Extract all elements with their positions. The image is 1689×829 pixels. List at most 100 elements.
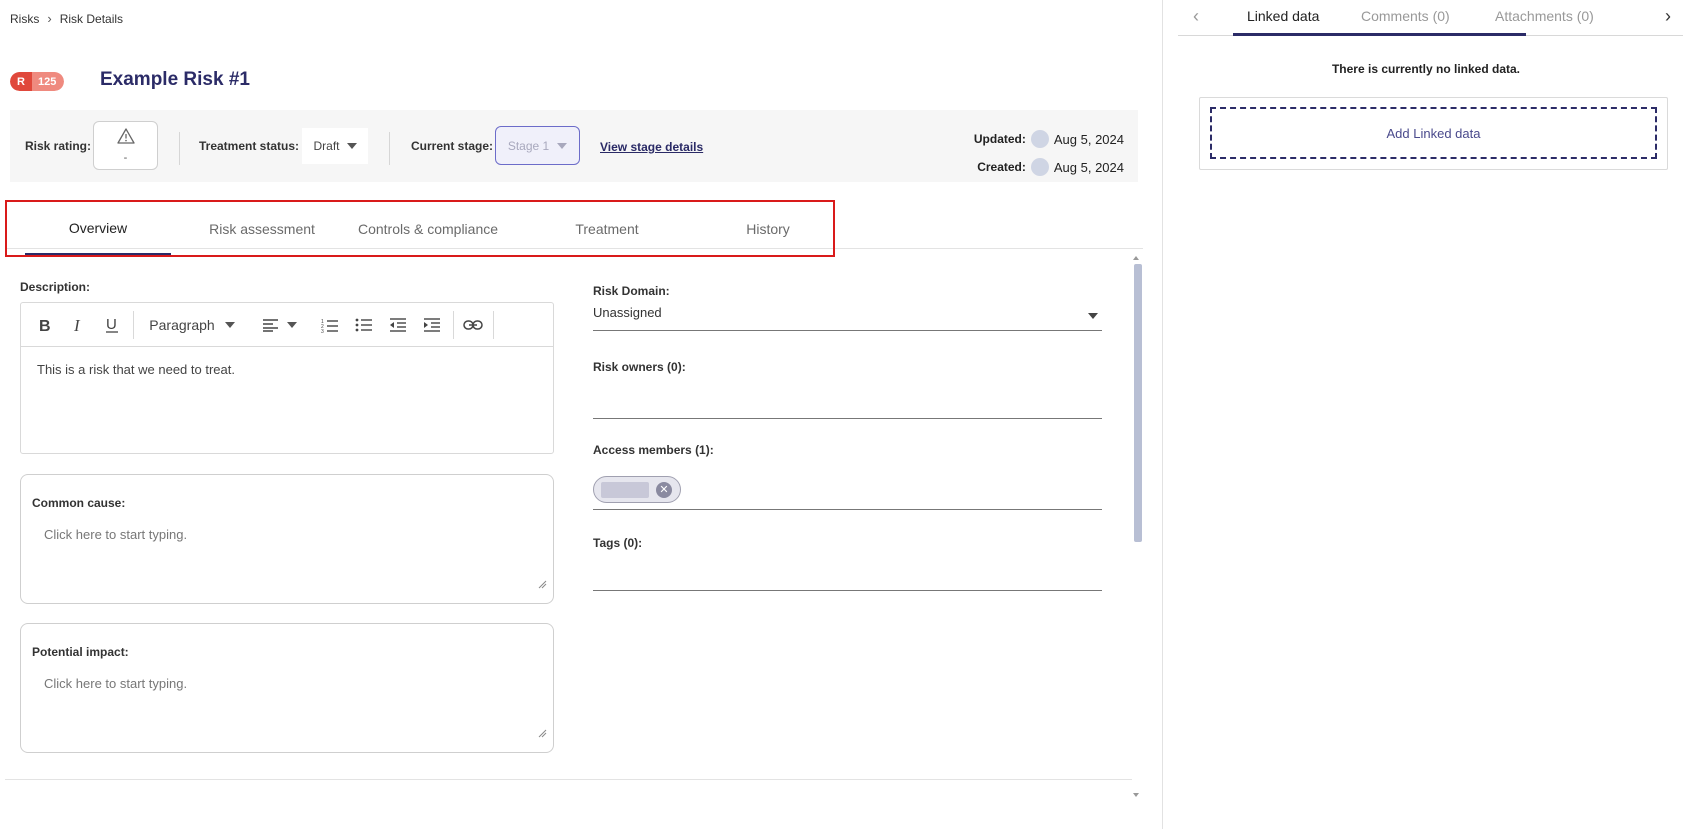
- toolbar-divider: [493, 311, 494, 339]
- empty-state-message: There is currently no linked data.: [1331, 62, 1521, 76]
- potential-impact-placeholder: Click here to start typing.: [44, 676, 188, 691]
- treatment-status-value: Draft: [313, 139, 340, 153]
- common-cause-label: Common cause:: [32, 496, 126, 510]
- tab-comments[interactable]: Comments (0): [1361, 8, 1450, 24]
- description-text[interactable]: This is a risk that we need to treat.: [37, 362, 235, 377]
- tab-bar: Overview Risk assessment Controls & comp…: [5, 200, 835, 257]
- divider: [179, 132, 180, 165]
- tags-label: Tags (0):: [593, 536, 643, 550]
- chevron-left-icon[interactable]: ‹: [1193, 6, 1199, 27]
- risk-domain-select[interactable]: Unassigned: [593, 305, 1102, 331]
- potential-impact-field[interactable]: Potential impact: Click here to start ty…: [20, 623, 554, 753]
- created-row: Created: Aug 5, 2024: [974, 153, 1124, 181]
- side-panel: ‹ Linked data Comments (0) Attachments (…: [1162, 0, 1689, 829]
- current-stage-dropdown[interactable]: Stage 1: [495, 126, 580, 165]
- tab-risk-assessment[interactable]: Risk assessment: [187, 202, 337, 255]
- tab-overview[interactable]: Overview: [25, 202, 171, 255]
- paragraph-style-value: Paragraph: [149, 317, 215, 333]
- italic-icon[interactable]: I: [67, 313, 89, 337]
- common-cause-placeholder: Click here to start typing.: [44, 527, 188, 542]
- access-members-label: Access members (1):: [593, 443, 714, 457]
- chevron-right-icon[interactable]: ›: [1665, 6, 1671, 27]
- risk-info-bar: Risk rating: - Treatment status: Draft C…: [10, 110, 1138, 182]
- svg-text:3: 3: [321, 329, 324, 333]
- risk-rating-label: Risk rating:: [25, 139, 92, 153]
- view-stage-details-link[interactable]: View stage details: [600, 140, 703, 154]
- paragraph-style-dropdown[interactable]: Paragraph: [147, 313, 237, 337]
- tab-attachments[interactable]: Attachments (0): [1495, 8, 1594, 24]
- page-title: Example Risk #1: [100, 69, 250, 90]
- created-date: Aug 5, 2024: [1053, 159, 1124, 175]
- editor-toolbar: B I U Paragraph 123: [21, 303, 553, 347]
- side-panel-tabs: ‹ Linked data Comments (0) Attachments (…: [1178, 0, 1683, 36]
- risk-owners-label: Risk owners (0):: [593, 360, 686, 374]
- treatment-status-label: Treatment status:: [199, 139, 300, 153]
- scroll-up-icon[interactable]: [1133, 256, 1139, 260]
- outdent-icon[interactable]: [385, 313, 411, 337]
- resize-handle-icon[interactable]: [538, 729, 547, 738]
- updated-label: Updated:: [973, 132, 1026, 146]
- align-left-icon: [262, 319, 278, 332]
- bulleted-list-icon[interactable]: [351, 313, 377, 337]
- dates-block: Updated: Aug 5, 2024 Created: Aug 5, 202…: [974, 125, 1124, 181]
- underline-icon[interactable]: U: [101, 313, 123, 337]
- resize-handle-icon[interactable]: [538, 580, 547, 589]
- remove-chip-icon[interactable]: ✕: [656, 482, 672, 498]
- breadcrumb-current: Risk Details: [59, 11, 124, 26]
- risk-badge-number: 125: [32, 72, 65, 91]
- description-editor: B I U Paragraph 123 This is a risk that …: [20, 302, 554, 454]
- potential-impact-label: Potential impact:: [32, 645, 129, 659]
- add-linked-data-container: Add Linked data: [1199, 97, 1668, 170]
- warning-icon: [117, 128, 135, 144]
- caret-down-icon: [346, 143, 357, 149]
- toolbar-divider: [453, 311, 454, 339]
- updated-row: Updated: Aug 5, 2024: [974, 125, 1124, 153]
- risk-id-badge: R 125: [10, 72, 65, 91]
- risk-rating-value: -: [123, 152, 128, 164]
- active-tab-indicator: [1233, 33, 1526, 36]
- risk-rating-button[interactable]: -: [93, 121, 158, 170]
- access-member-chip[interactable]: ✕: [593, 476, 681, 503]
- caret-down-icon: [557, 142, 568, 149]
- toolbar-divider: [133, 311, 134, 339]
- bold-icon[interactable]: B: [33, 313, 55, 337]
- tab-history[interactable]: History: [687, 202, 849, 255]
- caret-down-icon: [224, 322, 235, 328]
- svg-text:U: U: [106, 316, 117, 333]
- main-content: Risks › Risk Details R 125 Example Risk …: [0, 0, 1162, 829]
- updated-date: Aug 5, 2024: [1053, 131, 1124, 147]
- numbered-list-icon[interactable]: 123: [317, 313, 343, 337]
- align-dropdown[interactable]: [257, 313, 301, 337]
- tab-treatment[interactable]: Treatment: [527, 202, 687, 255]
- tab-controls-compliance[interactable]: Controls & compliance: [347, 202, 509, 255]
- treatment-status-dropdown[interactable]: Draft: [302, 128, 368, 164]
- divider: [389, 132, 390, 165]
- scrollbar-thumb[interactable]: [1134, 264, 1142, 542]
- risk-badge-letter: R: [10, 72, 32, 91]
- indent-icon[interactable]: [419, 313, 445, 337]
- risk-owners-input[interactable]: [593, 418, 1102, 419]
- risk-domain-label: Risk Domain:: [593, 284, 670, 298]
- caret-down-icon: [286, 322, 297, 328]
- add-linked-data-button[interactable]: Add Linked data: [1210, 107, 1657, 159]
- avatar: [1030, 158, 1049, 176]
- section-divider: [5, 779, 1132, 780]
- created-label: Created:: [977, 160, 1026, 174]
- current-stage-label: Current stage:: [411, 139, 494, 153]
- member-name-redacted: [601, 482, 649, 498]
- link-icon[interactable]: [459, 313, 487, 337]
- chevron-right-icon: ›: [47, 11, 52, 26]
- breadcrumb-risks-link[interactable]: Risks: [10, 12, 39, 26]
- access-members-input[interactable]: [593, 509, 1102, 510]
- scroll-down-icon[interactable]: [1133, 793, 1139, 797]
- svg-text:B: B: [39, 318, 51, 333]
- avatar: [1030, 130, 1049, 148]
- current-stage-value: Stage 1: [507, 138, 550, 153]
- risk-domain-value: Unassigned: [593, 305, 662, 320]
- tags-input[interactable]: [593, 590, 1102, 591]
- breadcrumb: Risks › Risk Details: [10, 11, 123, 26]
- tab-linked-data[interactable]: Linked data: [1247, 8, 1319, 24]
- caret-down-icon: [1088, 313, 1098, 319]
- description-label: Description:: [20, 280, 91, 294]
- common-cause-field[interactable]: Common cause: Click here to start typing…: [20, 474, 554, 604]
